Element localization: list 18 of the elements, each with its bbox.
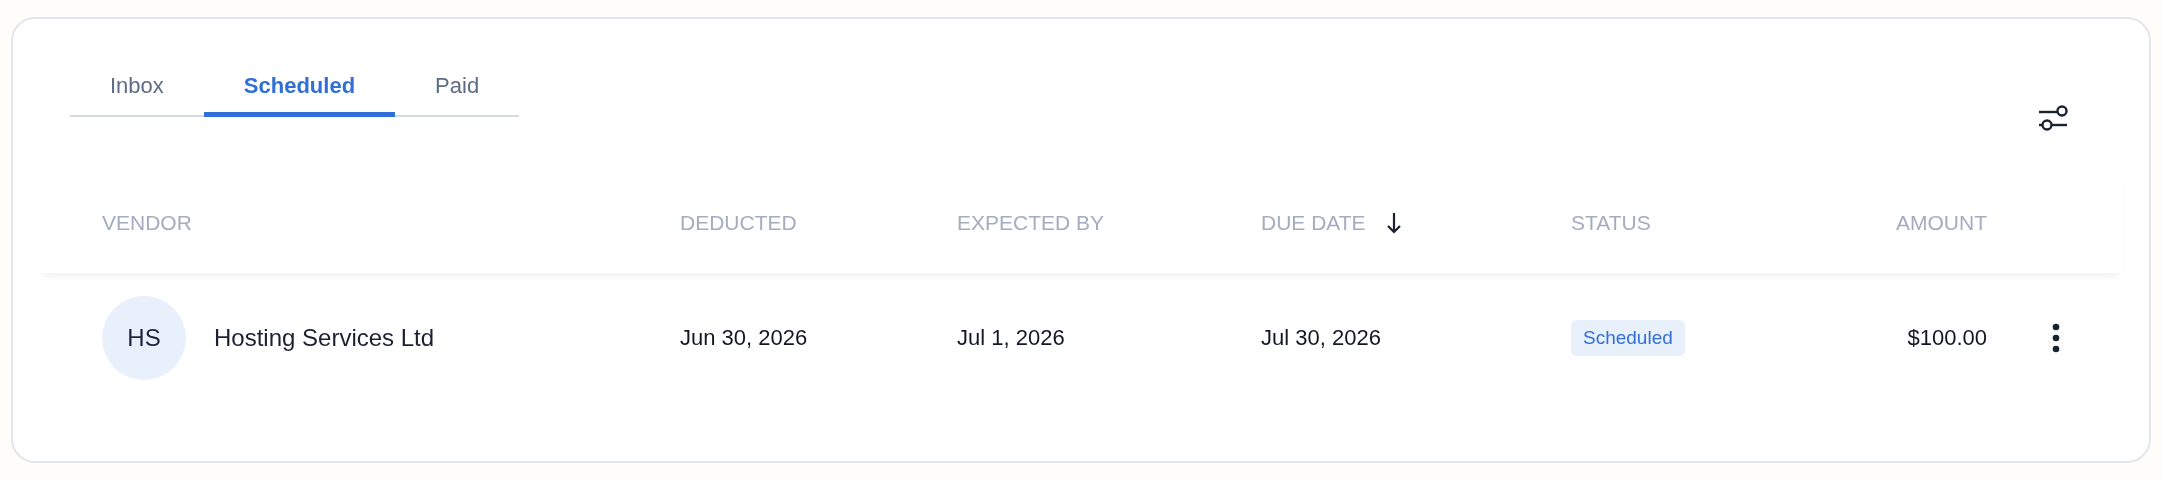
tab[interactable]: Inbox <box>70 59 204 117</box>
column-header[interactable]: EXPECTED BY <box>957 211 1105 235</box>
avatar: HS <box>102 296 186 380</box>
table-cell: $100.00 <box>1907 325 1987 351</box>
column-header[interactable]: STATUS <box>1571 211 1651 235</box>
column-header[interactable]: DUE DATE <box>1261 211 1366 235</box>
sort-arrow-icon[interactable] <box>1385 212 1402 234</box>
table-cell-text: Jul 30, 2026 <box>1261 325 1382 351</box>
table-cell-text: Jun 30, 2026 <box>680 325 809 351</box>
column-header[interactable]: DEDUCTED <box>680 211 797 235</box>
filter-icon[interactable] <box>2037 103 2069 133</box>
vendor-name: Hosting Services Ltd <box>214 324 435 352</box>
tab[interactable]: Scheduled <box>203 59 396 117</box>
tab[interactable]: Paid <box>395 59 520 117</box>
table-cell-text: Jul 1, 2026 <box>957 325 1066 351</box>
status-badge: Scheduled <box>1571 320 1685 356</box>
column-header[interactable]: AMOUNT <box>1896 211 1987 235</box>
column-header[interactable]: VENDOR <box>102 211 192 235</box>
